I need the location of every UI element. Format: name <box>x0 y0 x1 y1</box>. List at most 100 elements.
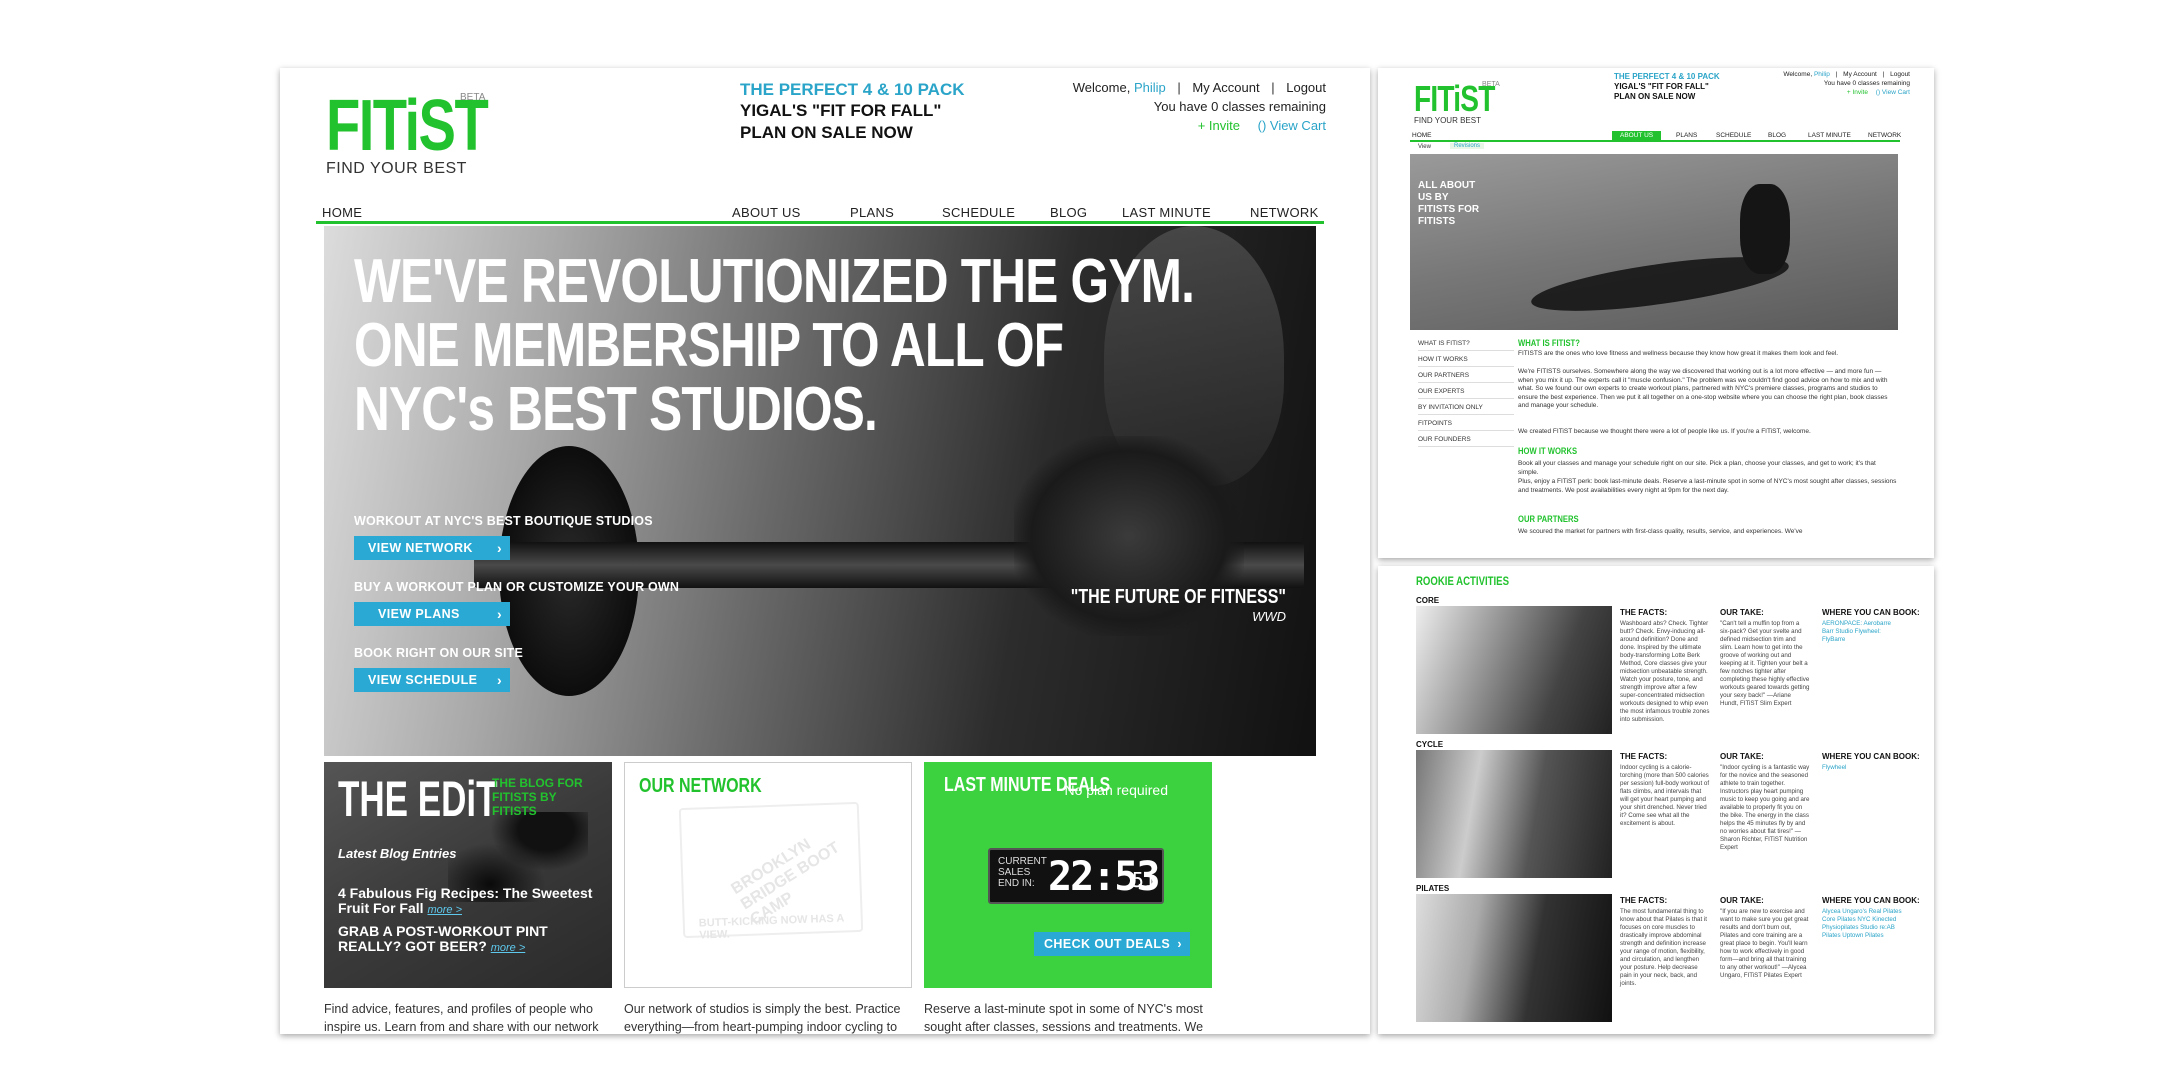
nav-blog[interactable]: BLOG <box>1050 205 1087 220</box>
hero-headline-line-2: ONE MEMBERSHIP TO ALL OF <box>354 311 1064 380</box>
my-account-link[interactable]: My Account <box>1192 80 1259 95</box>
take-heading: OUR TAKE: <box>1720 752 1764 761</box>
welcome-text: Welcome, <box>1072 80 1131 95</box>
blog-box[interactable]: THE EDiT THE BLOG FOR FITISTS BY FITISTS… <box>324 762 612 988</box>
tab-view[interactable]: View <box>1418 144 1431 150</box>
username-link[interactable]: Philip <box>1134 80 1166 95</box>
pilates-facts: The most fundamental thing to know about… <box>1620 908 1708 987</box>
chevron-right-icon: › <box>496 606 502 622</box>
nav-about-us[interactable]: ABOUT US <box>1612 131 1662 140</box>
about-hero-image: ALL ABOUT US BY FITISTS FOR FITISTS <box>1410 154 1898 330</box>
latest-blog-entries-heading: Latest Blog Entries <box>338 846 457 861</box>
nav-last-minute[interactable]: LAST MINUTE <box>1808 132 1851 139</box>
chevron-right-icon: › <box>496 540 502 556</box>
more-link[interactable]: more > <box>491 942 526 954</box>
nav-plans[interactable]: PLANS <box>1676 132 1697 139</box>
sidebar-our-founders[interactable]: OUR FOUNDERS <box>1418 436 1514 447</box>
check-out-deals-button[interactable]: CHECK OUT DEALS › <box>1034 932 1190 956</box>
promo-line-3: PLAN ON SALE NOW <box>740 123 913 142</box>
nav-schedule[interactable]: SCHEDULE <box>942 205 1015 220</box>
blog-entry-1[interactable]: 4 Fabulous Fig Recipes: The Sweetest Fru… <box>338 886 598 918</box>
core-take: "Can't tell a muffin top from a six-pack… <box>1720 620 1810 707</box>
homepage-panel: FITiST BETA FIND YOUR BEST THE PERFECT 4… <box>280 68 1370 1034</box>
nav-last-minute[interactable]: LAST MINUTE <box>1122 205 1211 220</box>
blog-description: Find advice, features, and profiles of p… <box>324 1002 599 1034</box>
blog-entry-2[interactable]: GRAB A POST-WORKOUT PINT REALLY? GOT BEE… <box>338 924 598 956</box>
view-cart-link[interactable]: () View Cart <box>1870 89 1910 96</box>
promo-block[interactable]: YIGAL'S "FIT FOR FALL" PLAN ON SALE NOW <box>1614 82 1709 102</box>
facts-heading: THE FACTS: <box>1620 896 1668 905</box>
no-plan-required: No plan required <box>1064 782 1168 798</box>
pilates-book-links[interactable]: Alycea Ungaro's Real Pilates Core Pilate… <box>1822 908 1902 940</box>
activity-label-core: CORE <box>1416 596 1440 605</box>
invite-link[interactable]: + Invite <box>1847 89 1868 96</box>
logout-link[interactable]: Logout <box>1286 80 1326 95</box>
about-paragraph-1: FITISTS are the ones who love fitness an… <box>1518 350 1839 357</box>
nav-plans[interactable]: PLANS <box>850 205 894 220</box>
nav-blog[interactable]: BLOG <box>1768 132 1786 139</box>
what-is-fitist-heading: WHAT IS FITIST? <box>1518 338 1580 348</box>
nav-home[interactable]: HOME <box>322 205 362 220</box>
about-paragraph-5: Plus, enjoy a FITiST perk: book last-min… <box>1518 478 1897 494</box>
invite-link[interactable]: + Invite <box>1198 118 1240 133</box>
nav-network[interactable]: NETWORK <box>1868 132 1901 139</box>
partner-badge-tagline: BUTT-KICKING NOW HAS A VIEW. <box>698 912 845 942</box>
sidebar-our-experts[interactable]: OUR EXPERTS <box>1418 388 1514 399</box>
book-heading: WHERE YOU CAN BOOK: <box>1822 608 1920 617</box>
quote-text: "THE FUTURE OF FITNESS" <box>1070 586 1286 608</box>
promo-line-1[interactable]: THE PERFECT 4 & 10 PACK <box>1614 72 1720 81</box>
separator: | <box>1271 80 1275 95</box>
tab-revisions[interactable]: Revisions <box>1450 143 1485 149</box>
core-book-links[interactable]: AERONPACE: Aerobarre Barr Studio Flywhee… <box>1822 620 1902 644</box>
separator: | <box>1177 80 1181 95</box>
sidebar-our-partners[interactable]: OUR PARTNERS <box>1418 372 1514 383</box>
promo-line-1[interactable]: THE PERFECT 4 & 10 PACK <box>740 80 965 100</box>
pilates-take: "If you are new to exercise and want to … <box>1720 908 1809 979</box>
beta-label: BETA <box>460 92 486 103</box>
nav-about-us[interactable]: ABOUT US <box>732 205 801 220</box>
sidebar-fitpoints[interactable]: FITPOINTS <box>1418 420 1514 431</box>
core-facts: Washboard abs? Check. Tighter butt? Chec… <box>1620 620 1710 723</box>
more-link[interactable]: more > <box>427 904 462 916</box>
view-schedule-button[interactable]: VIEW SCHEDULE › <box>354 668 510 692</box>
nav-schedule[interactable]: SCHEDULE <box>1716 132 1751 139</box>
my-account-link[interactable]: My Account <box>1843 71 1877 78</box>
activity-label-cycle: CYCLE <box>1416 740 1444 749</box>
about-paragraph-2: We're FITISTS ourselves. Somewhere along… <box>1518 368 1888 409</box>
sidebar-what-is-fitist[interactable]: WHAT IS FITIST? <box>1418 340 1514 351</box>
cycle-book-links[interactable]: Flywheel <box>1822 764 1902 772</box>
sidebar-by-invitation-only[interactable]: BY INVITATION ONLY <box>1418 404 1514 415</box>
about-paragraph-6: We scoured the market for partners with … <box>1518 528 1803 535</box>
view-cart-link[interactable]: () View Cart <box>1244 118 1326 133</box>
promo-line-2: YIGAL'S "FIT FOR FALL" <box>740 101 942 120</box>
promo-block[interactable]: YIGAL'S "FIT FOR FALL" PLAN ON SALE NOW <box>740 100 942 144</box>
promo-line-3: PLAN ON SALE NOW <box>1614 92 1696 101</box>
nav-home[interactable]: HOME <box>1412 132 1432 139</box>
cycle-activity-image <box>1416 750 1612 878</box>
classes-remaining: You have 0 classes remaining <box>1823 80 1910 87</box>
about-panel: FITiST BETA FIND YOUR BEST THE PERFECT 4… <box>1378 68 1934 558</box>
username-link[interactable]: Philip <box>1814 71 1830 78</box>
our-partners-heading: OUR PARTNERS <box>1518 514 1579 524</box>
logout-link[interactable]: Logout <box>1890 71 1910 78</box>
classes-remaining: You have 0 classes remaining <box>1153 99 1326 114</box>
blog-box-title: THE EDiT <box>338 771 498 827</box>
about-hero-text: ALL ABOUT US BY FITISTS FOR FITISTS <box>1418 180 1480 227</box>
blog-entry-1-title: 4 Fabulous Fig Recipes: The Sweetest Fru… <box>338 885 593 916</box>
nav-network[interactable]: NETWORK <box>1250 205 1319 220</box>
network-box-title: OUR NETWORK <box>639 775 762 797</box>
sidebar-how-it-works[interactable]: HOW IT WORKS <box>1418 356 1514 367</box>
hero-label-network: WORKOUT AT NYC'S BEST BOUTIQUE STUDIOS <box>354 514 653 528</box>
cycle-facts: Indoor cycling is a calorie-torching (mo… <box>1620 764 1710 827</box>
hero-banner: WE'VE REVOLUTIONIZED THE GYM. ONE MEMBER… <box>324 226 1316 756</box>
partner-badge-graphic: BROOKLYN BRIDGE BOOT CAMP BUTT-KICKING N… <box>678 801 864 942</box>
main-nav: HOME ABOUT US PLANS SCHEDULE BLOG LAST M… <box>316 200 1324 224</box>
view-plans-button[interactable]: VIEW PLANS › <box>354 602 510 626</box>
quote-source: WWD <box>1252 609 1286 624</box>
hero-headline: WE'VE REVOLUTIONIZED THE GYM. ONE MEMBER… <box>354 250 1195 442</box>
network-box[interactable]: OUR NETWORK BROOKLYN BRIDGE BOOT CAMP BU… <box>624 762 912 988</box>
hero-label-plans: BUY A WORKOUT PLAN OR CUSTOMIZE YOUR OWN <box>354 580 680 594</box>
tagline: FIND YOUR BEST <box>1414 116 1481 125</box>
take-heading: OUR TAKE: <box>1720 608 1764 617</box>
view-network-button[interactable]: VIEW NETWORK › <box>354 536 510 560</box>
